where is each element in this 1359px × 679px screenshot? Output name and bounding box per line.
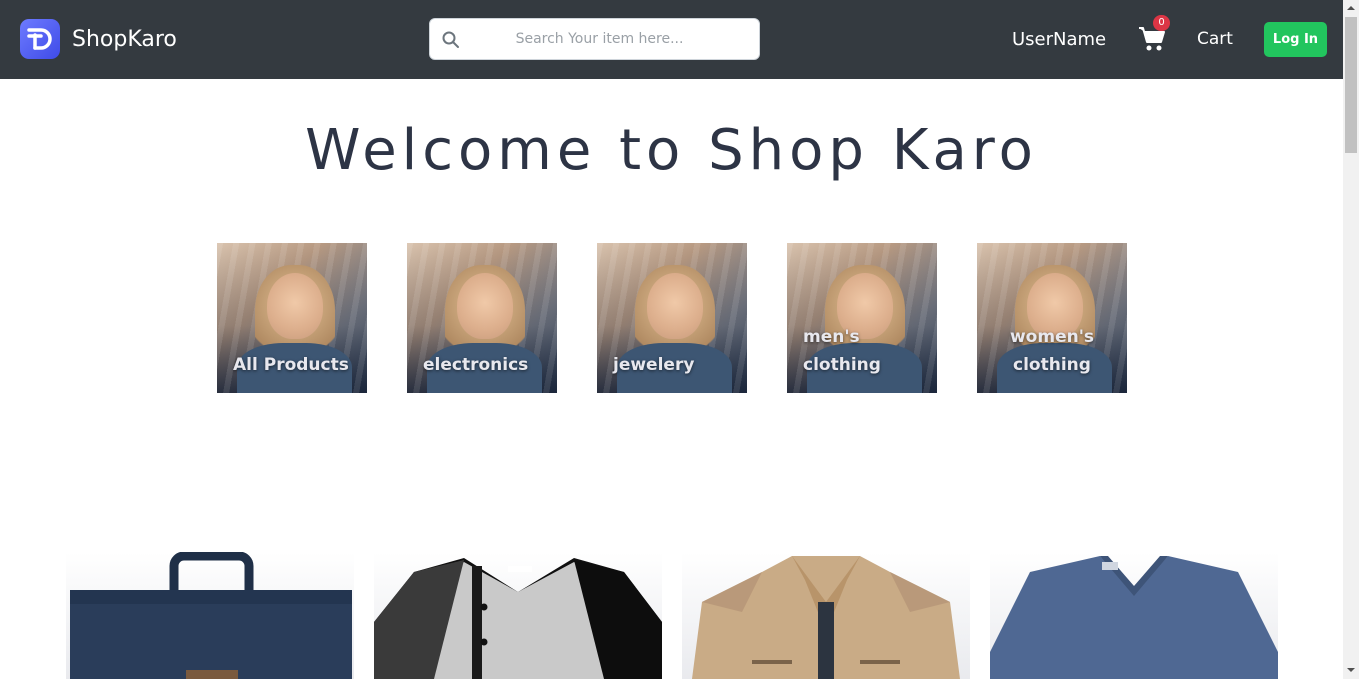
vertical-scrollbar[interactable] [1343,0,1359,679]
category-label: electronics [423,355,529,375]
product-card-backpack[interactable] [66,552,354,679]
category-image-face [457,273,513,339]
category-image-face [267,273,323,339]
scroll-down-arrow-icon[interactable] [1346,665,1356,675]
product-card-raglan-shirt[interactable] [374,552,662,679]
category-label: All Products [233,355,349,375]
brand-link[interactable]: ShopKaro [20,19,177,59]
search-input[interactable] [430,19,759,59]
category-label: jewelery [613,355,695,375]
top-navbar: ShopKaro UserName 0 Cart Log In [0,0,1343,79]
jacket-image [692,556,960,679]
scroll-up-arrow-icon[interactable] [1346,3,1356,13]
cart-count-badge: 0 [1153,15,1170,31]
product-card-jacket[interactable] [682,552,970,679]
category-card-all-products[interactable]: All Products [217,243,367,393]
category-card-womens-clothing[interactable]: women's clothing [977,243,1127,393]
username-link[interactable]: UserName [1012,29,1106,50]
raglan-shirt-image [374,558,662,679]
category-label: men's clothing [803,327,881,375]
backpack-image [70,552,352,679]
search-box [429,18,760,60]
scrollbar-thumb[interactable] [1345,17,1357,153]
category-image-face [647,273,703,339]
category-label: women's clothing [1009,327,1095,375]
login-button[interactable]: Log In [1264,22,1327,57]
category-card-electronics[interactable]: electronics [407,243,557,393]
cart-link[interactable]: Cart [1197,29,1233,49]
category-card-jewelery[interactable]: jewelery [597,243,747,393]
category-card-mens-clothing[interactable]: men's clothing [787,243,937,393]
shopkaro-logo-icon [20,19,60,59]
search-icon [442,31,459,48]
product-card-vneck-tshirt[interactable] [990,552,1278,679]
vneck-tshirt-image [990,556,1278,679]
page-title: Welcome to Shop Karo [305,118,1038,183]
brand-name: ShopKaro [72,26,177,52]
